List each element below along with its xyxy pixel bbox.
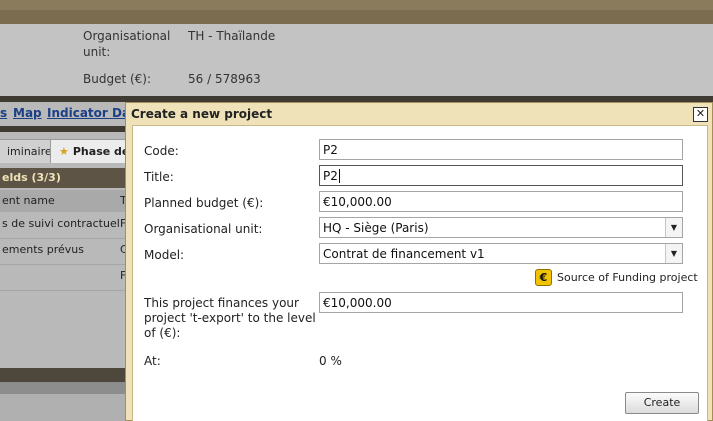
org-unit-select[interactable]: HQ - Siège (Paris) ▼ (319, 217, 683, 238)
table-row[interactable]: s de suivi contractuel F (0, 213, 135, 239)
funding-source-label: Source of Funding project (557, 270, 698, 284)
project-info-panel: Organisational unit: TH - Thaïlande Budge… (0, 24, 713, 96)
model-label: Model: (144, 248, 185, 262)
create-project-dialog: Create a new project ✕ Code: P2 Title: P… (125, 102, 713, 421)
model-select[interactable]: Contrat de financement v1 ▼ (319, 243, 683, 264)
star-icon: ★ (59, 145, 69, 158)
org-unit-label: Organisational unit: (83, 29, 171, 59)
table-row[interactable]: ements prévus C (0, 239, 135, 265)
top-bar-strip (0, 10, 713, 24)
phase-tabs: iminaire ★ Phase de (0, 135, 139, 165)
finances-label: This project finances your project 't-ex… (144, 296, 316, 340)
org-unit-value: TH - Thaïlande (188, 29, 276, 43)
fields-header: elds (3/3) (0, 168, 135, 188)
euro-icon: € (535, 268, 552, 286)
budget-value: 56 / 578963 (188, 72, 261, 86)
dialog-body: Code: P2 Title: P2 Planned budget (€): €… (132, 125, 708, 421)
close-icon[interactable]: ✕ (693, 107, 708, 122)
chevron-down-icon[interactable]: ▼ (665, 218, 682, 237)
dialog-title: Create a new project (131, 107, 273, 121)
table-row[interactable]: F (0, 265, 135, 291)
nav-link-partial[interactable]: s (0, 106, 8, 120)
funding-source-link[interactable]: € Source of Funding project (535, 268, 698, 286)
planned-budget-input[interactable]: €10,000.00 (319, 191, 683, 212)
budget-label: Budget (€): (83, 72, 152, 86)
title-input[interactable]: P2 (319, 165, 683, 186)
org-unit-select-label: Organisational unit: (144, 222, 263, 236)
planned-budget-label: Planned budget (€): (144, 196, 264, 210)
finances-amount-input[interactable]: €10,000.00 (319, 292, 683, 313)
nav-link-map[interactable]: Map (13, 106, 42, 120)
column-header: ent name T (0, 190, 135, 212)
chevron-down-icon[interactable]: ▼ (665, 244, 682, 263)
create-button[interactable]: Create (625, 392, 699, 414)
code-input[interactable]: P2 (319, 139, 683, 160)
code-label: Code: (144, 144, 179, 158)
at-value: 0 % (319, 354, 342, 368)
top-bar (0, 0, 713, 24)
title-label: Title: (144, 170, 174, 184)
at-label: At: (144, 354, 161, 368)
